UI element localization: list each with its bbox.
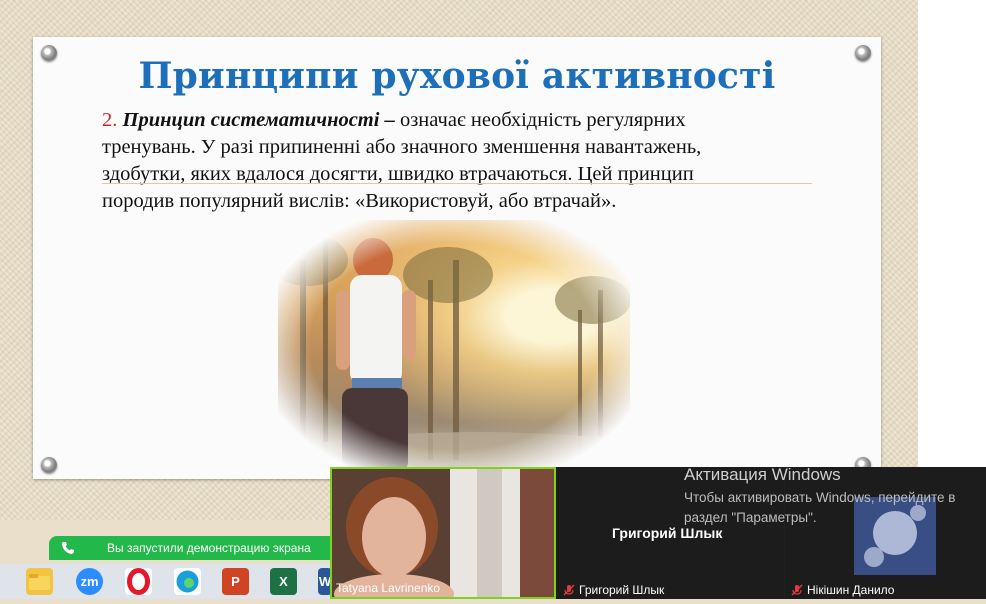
runner-photo [278, 220, 630, 472]
text-rule [102, 183, 812, 184]
opera-logo-icon [127, 568, 150, 595]
slide: Принципи рухової активності 2. Принцип с… [33, 37, 881, 479]
participant-name: Нікішин Данило [807, 583, 895, 597]
excel-label: X [279, 574, 288, 589]
slide-title: Принципи рухової активності [138, 55, 776, 97]
mic-muted-icon [791, 584, 803, 596]
powerpoint-label: P [231, 574, 240, 589]
participant-name: Григорий Шлык [579, 583, 665, 597]
participant-video-feed [332, 469, 554, 604]
runner-illustration [278, 234, 630, 472]
video-tile-grigoriy[interactable]: Григорий Шлык Григорий Шлык [557, 467, 784, 599]
windows-activation-line-1: Чтобы активировать Windows, перейдите в [684, 490, 956, 505]
body-line-3: здобутки, яких вдалося досягти, швидко в… [102, 163, 694, 185]
windows-activation-title: Активация Windows [684, 465, 841, 484]
canvas-right-area [918, 0, 986, 470]
windows-activation-text: Чтобы активировать Windows, перейдите в … [684, 488, 955, 528]
video-tile-nikishin[interactable]: Нікішин Данило [785, 467, 986, 599]
participant-name: Tatyana Lavrinenko [336, 581, 441, 595]
pin-icon [41, 457, 57, 473]
body-line-4: породив популярний вислів: «Використовуй… [102, 190, 617, 212]
video-tile-tatyana[interactable]: Tatyana Lavrinenko [330, 467, 556, 604]
participant-name-tag: Нікішин Данило [791, 583, 894, 597]
principle-term: Принцип систематичності – [122, 109, 395, 131]
body-line-2: тренувань. У разі припиненні або значног… [102, 136, 702, 158]
body-line-1: означає необхідність регулярних [394, 109, 686, 131]
excel-icon[interactable]: X [270, 568, 297, 595]
windows-activation-line-2: раздел "Параметры". [684, 510, 817, 525]
screen-share-text: Вы запустили демонстрацию экрана [107, 541, 311, 555]
edge-logo-icon [176, 570, 199, 593]
zoom-app-icon[interactable]: zm [76, 568, 103, 595]
slide-body-text: 2. Принцип систематичності – означає нео… [102, 107, 802, 215]
powerpoint-icon[interactable]: P [222, 568, 249, 595]
opera-icon[interactable] [125, 568, 152, 595]
screen-share-notice[interactable]: Вы запустили демонстрацию экрана [49, 536, 339, 560]
zoom-label: zm [80, 574, 99, 589]
item-number: 2. [102, 109, 118, 131]
edge-icon[interactable] [174, 568, 201, 595]
file-explorer-icon[interactable] [26, 568, 53, 595]
folder-icon [29, 574, 50, 590]
participant-name-tag: Григорий Шлык [563, 583, 664, 597]
phone-icon [62, 542, 74, 554]
video-gallery: Tatyana Lavrinenko Григорий Шлык Григори… [330, 467, 986, 604]
mic-muted-icon [563, 584, 575, 596]
